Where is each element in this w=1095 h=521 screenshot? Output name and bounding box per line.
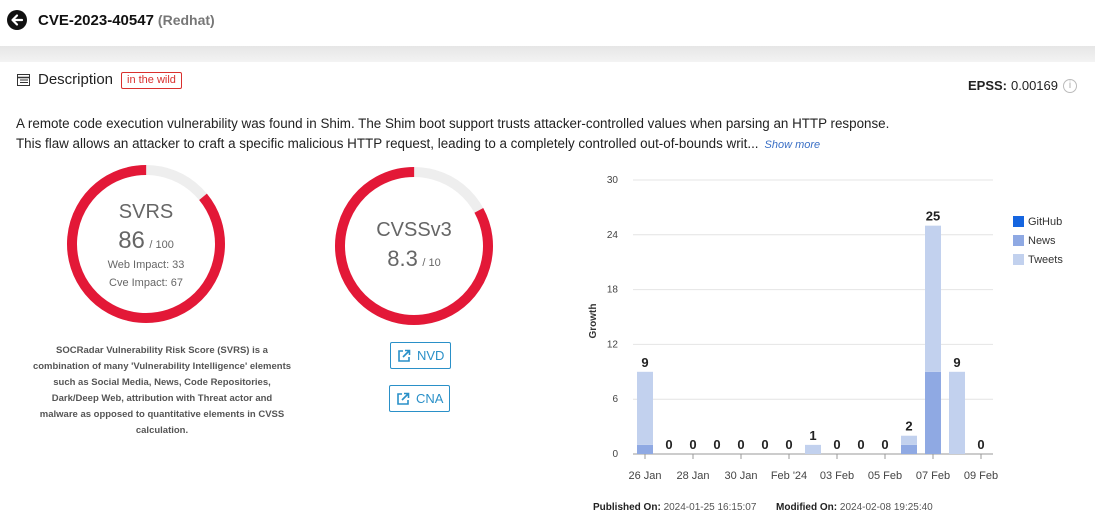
legend-label-github: GitHub <box>1028 215 1063 228</box>
x-tick-label: 03 Feb <box>820 470 854 482</box>
external-link-icon <box>397 392 410 405</box>
x-tick-label: 09 Feb <box>964 470 998 482</box>
svrs-label: SVRS <box>118 201 174 223</box>
description-body: A remote code execution vulnerability wa… <box>16 116 890 151</box>
legend-swatch-github <box>1013 216 1024 227</box>
legend-label-tweets: Tweets <box>1028 253 1063 266</box>
cvss-label: CVSSv3 <box>376 219 452 241</box>
y-tick-label: 12 <box>607 339 619 350</box>
bar-news <box>901 444 917 454</box>
legend-swatch-tweets <box>1013 254 1024 265</box>
cvss-score: 8.3 <box>387 246 418 271</box>
y-axis-label: Growth <box>588 304 599 339</box>
data-label: 0 <box>713 437 720 452</box>
back-arrow-icon[interactable] <box>7 10 27 30</box>
bar-news <box>925 371 941 454</box>
bar-tweets <box>949 371 965 454</box>
data-label: 9 <box>953 355 960 370</box>
y-tick-label: 30 <box>607 175 619 186</box>
bar-news <box>637 444 653 454</box>
data-label: 0 <box>689 437 696 452</box>
list-icon <box>17 73 30 91</box>
in-the-wild-badge: in the wild <box>121 72 182 89</box>
chart-legend: GitHub News Tweets <box>1013 212 1063 269</box>
published-label: Published On: <box>593 502 661 513</box>
svrs-score-line: 86 / 100 <box>66 227 226 255</box>
cvss-gauge: CVSSv3 8.3 / 10 <box>334 166 494 326</box>
data-label: 1 <box>809 428 816 443</box>
y-tick-label: 0 <box>612 449 618 460</box>
page-header: CVE-2023-40547 (Redhat) <box>0 0 1095 46</box>
x-tick-label: 05 Feb <box>868 470 902 482</box>
data-label: 0 <box>977 437 984 452</box>
legend-label-news: News <box>1028 234 1056 247</box>
x-tick-label: 07 Feb <box>916 470 950 482</box>
legend-item-github[interactable]: GitHub <box>1013 212 1063 231</box>
data-label: 2 <box>905 419 912 434</box>
legend-item-news[interactable]: News <box>1013 231 1063 250</box>
svrs-description: SOCRadar Vulnerability Risk Score (SVRS)… <box>32 345 292 436</box>
data-label: 0 <box>785 437 792 452</box>
description-text: A remote code execution vulnerability wa… <box>16 114 916 155</box>
x-tick-label: 26 Jan <box>628 470 661 482</box>
data-label: 25 <box>926 209 940 224</box>
legend-item-tweets[interactable]: Tweets <box>1013 250 1063 269</box>
bar-tweets <box>925 225 941 372</box>
y-tick-label: 18 <box>607 285 619 296</box>
modified-value: 2024-02-08 19:25:40 <box>839 502 933 513</box>
data-label: 0 <box>737 437 744 452</box>
bar-tweets <box>901 435 917 445</box>
cna-link-button[interactable]: CNA <box>389 385 451 412</box>
web-impact: Web Impact: 33 <box>107 259 185 271</box>
cve-impact: Cve Impact: 67 <box>109 277 183 289</box>
show-more-link[interactable]: Show more <box>765 139 821 151</box>
cvss-max: / 10 <box>422 257 441 269</box>
header-divider <box>0 46 1095 62</box>
cvss-score-line: 8.3 / 10 <box>334 246 494 272</box>
cve-id: CVE-2023-40547 <box>38 12 154 29</box>
svrs-gauge: SVRS 86 / 100 Web Impact: 33 Cve Impact:… <box>66 164 226 324</box>
legend-swatch-news <box>1013 235 1024 246</box>
nvd-link-button[interactable]: NVD <box>390 342 452 369</box>
page-title: CVE-2023-40547 (Redhat) <box>38 12 215 29</box>
nvd-label: NVD <box>417 348 445 363</box>
bar-tweets <box>805 444 821 454</box>
x-tick-label: Feb '24 <box>771 470 807 482</box>
svrs-score: 86 <box>118 227 145 254</box>
vendor-label: (Redhat) <box>157 12 215 28</box>
data-label: 0 <box>881 437 888 452</box>
svrs-max: / 100 <box>149 239 174 251</box>
modified-on: Modified On: 2024-02-08 19:25:40 <box>776 502 933 513</box>
y-tick-label: 6 <box>612 394 618 405</box>
data-label: 0 <box>665 437 672 452</box>
data-label: 9 <box>641 355 648 370</box>
data-label: 0 <box>833 437 840 452</box>
growth-chart: 0 6 12 18 24 30 Growth 9 0 0 0 0 0 0 1 0 0 0 2 25 9 0 26 Jan 28… <box>588 175 998 482</box>
epss-score: EPSS: 0.00169 i <box>968 78 1077 93</box>
description-title: Description <box>38 71 114 88</box>
cna-label: CNA <box>416 391 444 406</box>
modified-label: Modified On: <box>776 502 838 513</box>
data-label: 0 <box>761 437 768 452</box>
published-value: 2024-01-25 16:15:07 <box>663 502 757 513</box>
x-tick-label: 28 Jan <box>676 470 709 482</box>
epss-label: EPSS: <box>967 78 1007 93</box>
x-tick-label: 30 Jan <box>724 470 757 482</box>
epss-value: 0.00169 <box>1011 78 1058 93</box>
y-tick-label: 24 <box>607 230 619 241</box>
published-on: Published On: 2024-01-25 16:15:07 <box>593 502 756 513</box>
bar-tweets <box>637 371 653 445</box>
info-icon[interactable]: i <box>1063 78 1077 93</box>
data-label: 0 <box>857 437 864 452</box>
external-link-icon <box>398 349 411 362</box>
